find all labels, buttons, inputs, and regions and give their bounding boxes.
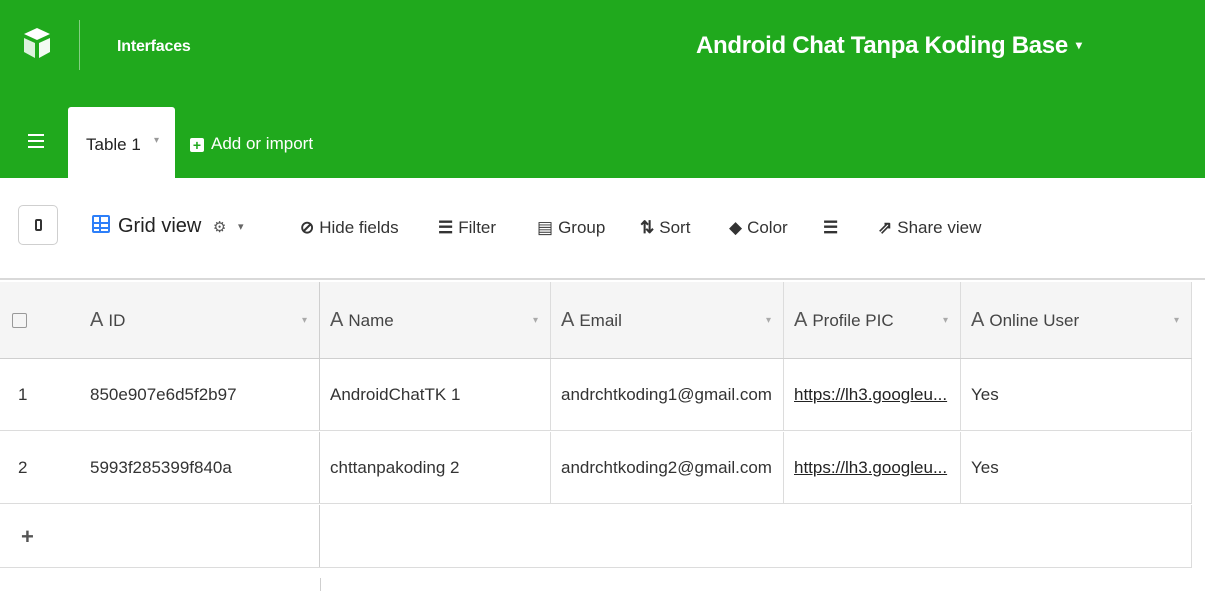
text-field-icon: A bbox=[561, 309, 575, 331]
group-button[interactable]: ▤ Group bbox=[537, 218, 605, 238]
chevron-down-icon: ▾ bbox=[1075, 38, 1082, 52]
text-field-icon: A bbox=[330, 309, 344, 331]
chevron-down-icon[interactable]: ▾ bbox=[302, 282, 307, 358]
chevron-down-icon[interactable]: ▾ bbox=[766, 282, 771, 358]
add-row-area[interactable] bbox=[320, 505, 1192, 567]
color-label: Color bbox=[747, 218, 788, 237]
sidebar-toggle-button[interactable] bbox=[18, 205, 58, 245]
cell-name[interactable]: chttanpakoding 2 bbox=[320, 432, 551, 503]
profile-pic-link[interactable]: https://lh3.googleu... bbox=[794, 458, 947, 477]
select-all-cell bbox=[0, 282, 83, 358]
group-icon: ▤ bbox=[537, 218, 554, 237]
row-height-icon: ☰ bbox=[823, 218, 839, 237]
column-header-label: ID bbox=[108, 311, 126, 330]
filter-label: Filter bbox=[458, 218, 497, 237]
add-or-import-label: Add or import bbox=[211, 134, 314, 153]
app-header: Interfaces Android Chat Tanpa Koding Bas… bbox=[0, 0, 1205, 103]
table-row[interactable]: 2 5993f285399f840a chttanpakoding 2 andr… bbox=[0, 432, 1192, 504]
grid-frozen-divider bbox=[320, 578, 321, 591]
hide-fields-label: Hide fields bbox=[319, 218, 399, 237]
eye-slash-icon: ⊘ bbox=[300, 218, 315, 237]
cell-online-user[interactable]: Yes bbox=[961, 359, 1192, 430]
select-all-checkbox[interactable] bbox=[12, 313, 27, 328]
plus-icon: + bbox=[190, 138, 204, 152]
cell-email[interactable]: andrchtkoding1@gmail.com bbox=[551, 359, 784, 430]
add-or-import-button[interactable]: + Add or import bbox=[190, 134, 313, 154]
table-tabbar: Table 1 ▾ + Add or import bbox=[0, 103, 1205, 178]
column-header-id[interactable]: A ID ▾ bbox=[83, 282, 320, 358]
cell-profile-pic[interactable]: https://lh3.googleu... bbox=[784, 359, 961, 430]
chevron-down-icon[interactable]: ▾ bbox=[943, 282, 948, 358]
cell-online-user[interactable]: Yes bbox=[961, 432, 1192, 503]
row-number: 1 bbox=[18, 385, 28, 404]
chevron-down-icon[interactable]: ▾ bbox=[533, 282, 538, 358]
column-header-profile-pic[interactable]: A Profile PIC ▾ bbox=[784, 282, 961, 358]
cell-name[interactable]: AndroidChatTK 1 bbox=[320, 359, 551, 430]
column-header-email[interactable]: A Email ▾ bbox=[551, 282, 784, 358]
menu-icon[interactable] bbox=[28, 134, 44, 148]
base-title[interactable]: Android Chat Tanpa Koding Base ▾ bbox=[696, 32, 1082, 60]
add-row-icon[interactable]: + bbox=[0, 505, 83, 567]
view-toolbar: Grid view ⚙ ▾ ⊘ Hide fields ☰ Filter ▤ Grou… bbox=[0, 178, 1205, 280]
interfaces-link[interactable]: Interfaces bbox=[117, 38, 191, 56]
column-header-label: Email bbox=[579, 311, 622, 330]
add-row-spacer bbox=[83, 505, 320, 567]
chevron-down-icon[interactable]: ▾ bbox=[154, 135, 159, 146]
paint-bucket-icon: ◆ bbox=[729, 218, 743, 237]
sort-label: Sort bbox=[659, 218, 691, 237]
cell-email[interactable]: andrchtkoding2@gmail.com bbox=[551, 432, 784, 503]
cell-id[interactable]: 5993f285399f840a bbox=[83, 432, 320, 503]
text-field-icon: A bbox=[794, 309, 808, 331]
row-height-button[interactable]: ☰ bbox=[823, 218, 843, 238]
text-field-icon: A bbox=[971, 309, 985, 331]
color-button[interactable]: ◆ Color bbox=[729, 218, 788, 238]
data-grid: A ID ▾ A Name ▾ A Email ▾ A Profile PIC ▾ AO… bbox=[0, 282, 1205, 591]
column-header-name[interactable]: A Name ▾ bbox=[320, 282, 551, 358]
sort-button[interactable]: ⇅ Sort bbox=[640, 218, 690, 238]
column-header-label: Profile PIC bbox=[812, 311, 894, 330]
sort-icon: ⇅ bbox=[640, 218, 655, 237]
tab-label: Table 1 bbox=[86, 135, 141, 154]
cell-id[interactable]: 850e907e6d5f2b97 bbox=[83, 359, 320, 430]
hide-fields-button[interactable]: ⊘ Hide fields bbox=[300, 218, 399, 238]
row-number: 2 bbox=[18, 458, 28, 477]
column-header-label: Name bbox=[348, 311, 394, 330]
base-title-text: Android Chat Tanpa Koding Base bbox=[696, 32, 1068, 59]
column-header-online-user[interactable]: A Online User ▾ bbox=[961, 282, 1192, 358]
table-row[interactable]: 1 850e907e6d5f2b97 AndroidChatTK 1 andrc… bbox=[0, 359, 1192, 431]
chevron-down-icon: ▾ bbox=[237, 221, 244, 233]
collaborators-icon: ⚙ bbox=[212, 219, 227, 236]
header-divider bbox=[79, 20, 80, 70]
sidebar-icon bbox=[35, 219, 42, 231]
view-switcher[interactable]: Grid view ⚙ ▾ bbox=[92, 215, 243, 238]
tab-table-1[interactable]: Table 1 ▾ bbox=[68, 107, 175, 178]
filter-button[interactable]: ☰ Filter bbox=[438, 218, 496, 238]
group-label: Group bbox=[558, 218, 606, 237]
share-view-label: Share view bbox=[897, 218, 982, 237]
share-icon: ⇗ bbox=[878, 218, 893, 237]
column-header-label: Online User bbox=[989, 311, 1080, 330]
view-name: Grid view bbox=[118, 215, 202, 237]
filter-icon: ☰ bbox=[438, 218, 454, 237]
share-view-button[interactable]: ⇗ Share view bbox=[878, 218, 981, 238]
add-row[interactable]: + bbox=[0, 505, 1192, 568]
cell-profile-pic[interactable]: https://lh3.googleu... bbox=[784, 432, 961, 503]
chevron-down-icon[interactable]: ▾ bbox=[1174, 282, 1179, 358]
grid-header-row: A ID ▾ A Name ▾ A Email ▾ A Profile PIC ▾ AO… bbox=[0, 282, 1192, 359]
grid-view-icon bbox=[92, 215, 110, 233]
profile-pic-link[interactable]: https://lh3.googleu... bbox=[794, 385, 947, 404]
app-logo-icon[interactable] bbox=[22, 26, 52, 60]
text-field-icon: A bbox=[90, 309, 104, 331]
